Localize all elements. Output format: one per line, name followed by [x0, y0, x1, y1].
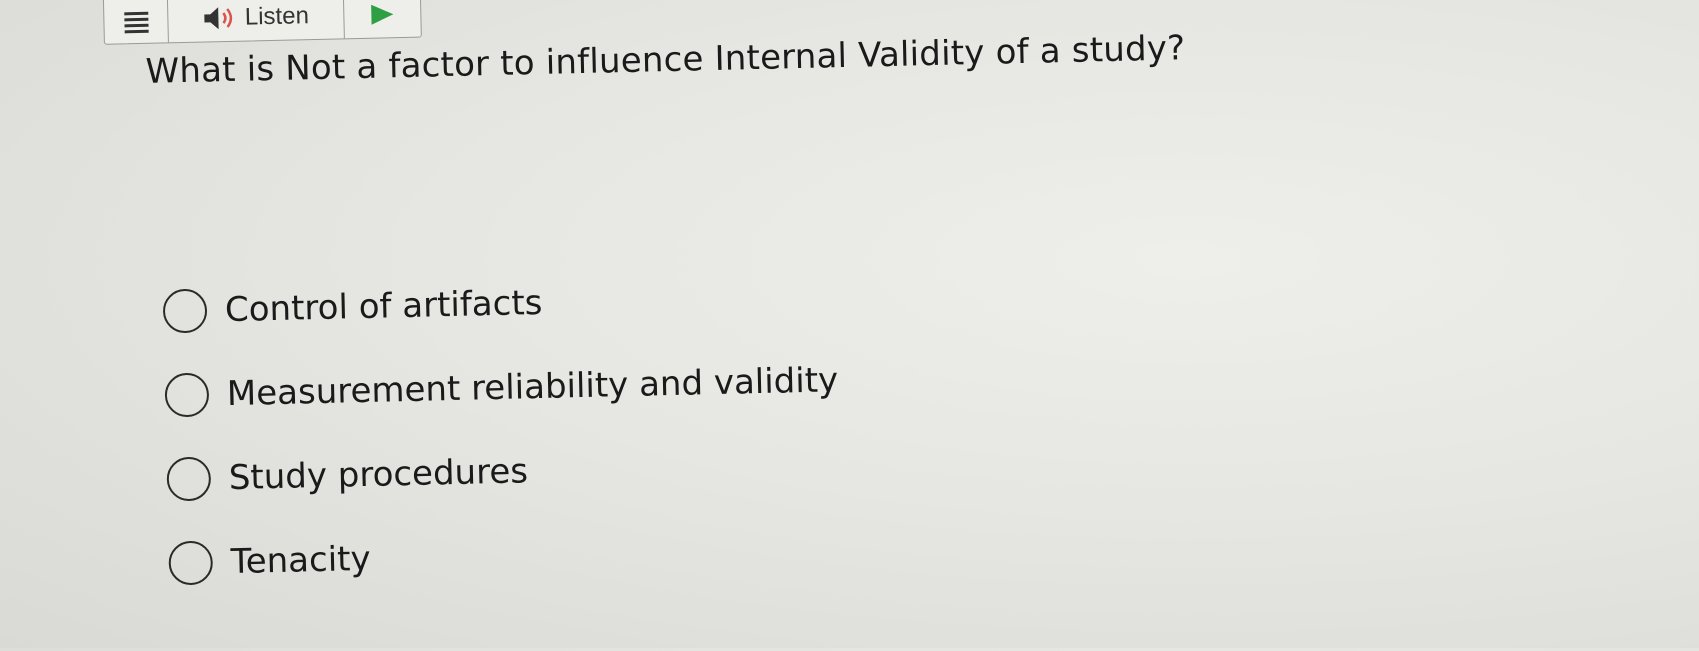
option-label: Measurement reliability and validity — [226, 360, 839, 415]
answer-option-4[interactable]: Tenacity — [168, 506, 843, 605]
quiz-page: Listen What is Not a factor to influence… — [0, 0, 1699, 651]
radio-button[interactable] — [164, 372, 210, 418]
listen-toolbar: Listen — [102, 0, 422, 45]
listen-button[interactable]: Listen — [167, 0, 345, 43]
play-icon — [371, 4, 394, 25]
menu-button[interactable] — [103, 0, 169, 44]
option-label: Control of artifacts — [224, 282, 543, 331]
answer-options: Control of artifacts Measurement reliabi… — [162, 254, 843, 605]
play-button[interactable] — [343, 0, 420, 38]
answer-option-1[interactable]: Control of artifacts — [162, 254, 837, 353]
speaker-icon — [204, 7, 233, 30]
listen-label: Listen — [244, 2, 310, 31]
option-label: Study procedures — [228, 451, 529, 499]
answer-option-3[interactable]: Study procedures — [166, 422, 841, 521]
radio-button[interactable] — [166, 456, 212, 502]
option-label: Tenacity — [230, 538, 372, 583]
hamburger-menu-icon — [123, 11, 149, 33]
radio-button[interactable] — [162, 288, 208, 334]
answer-option-2[interactable]: Measurement reliability and validity — [164, 338, 839, 437]
radio-button[interactable] — [168, 540, 214, 586]
